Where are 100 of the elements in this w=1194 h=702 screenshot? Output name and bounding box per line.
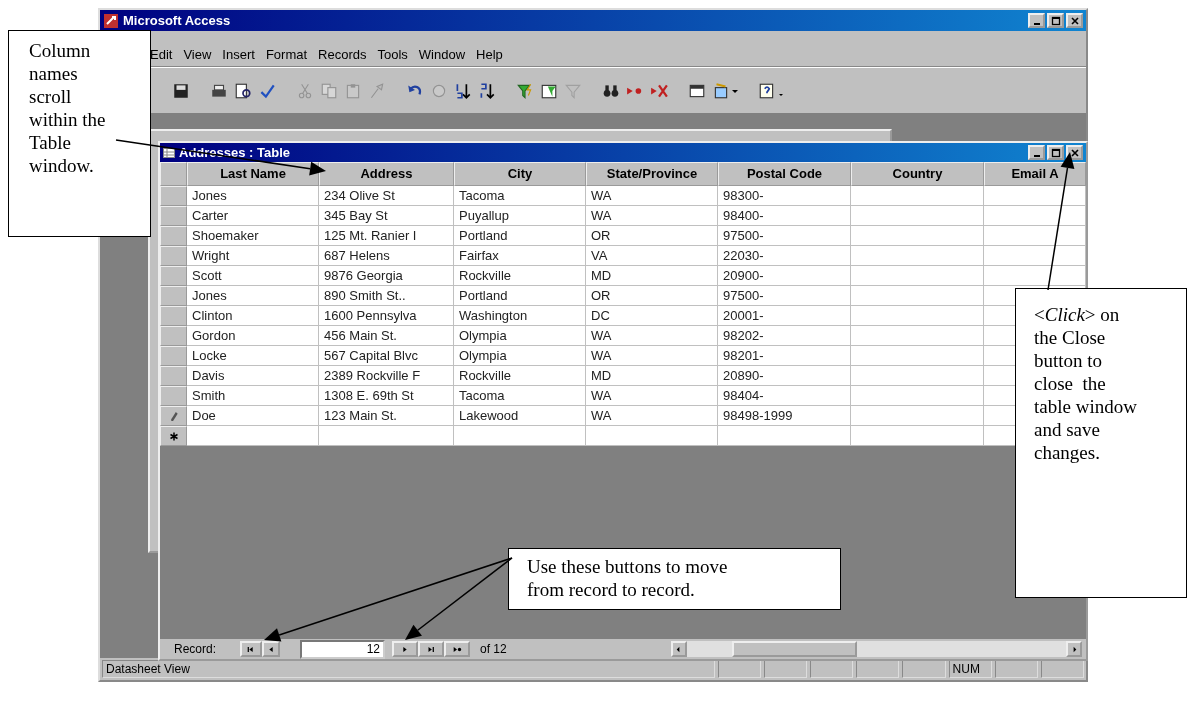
table-cell: MD: [586, 366, 718, 386]
help-icon[interactable]: [758, 81, 776, 100]
table-cell: 123 Main St.: [319, 406, 454, 426]
table-cell: Rockville: [454, 266, 586, 286]
minimize-button[interactable]: [1028, 13, 1045, 28]
column-header[interactable]: Email A: [984, 162, 1086, 186]
scroll-left-button[interactable]: [670, 641, 687, 657]
previous-record-button[interactable]: [262, 641, 281, 657]
pencil-icon: [168, 410, 179, 422]
table-cell: Smith: [187, 386, 319, 406]
table-cell: Washington: [454, 306, 586, 326]
table-cell: OR: [586, 226, 718, 246]
table-cell: 687 Helens: [319, 246, 454, 266]
page-magnifier-icon[interactable]: [234, 81, 252, 100]
column-header[interactable]: City: [454, 162, 586, 186]
table-cell: Doe: [187, 406, 319, 426]
column-header[interactable]: Last Name: [187, 162, 319, 186]
table-cell: Davis: [187, 366, 319, 386]
table-cell: Portland: [454, 286, 586, 306]
table-cell: OR: [586, 286, 718, 306]
table-cell: Locke: [187, 346, 319, 366]
select-all-corner[interactable]: [160, 162, 187, 186]
table-cell: WA: [586, 206, 718, 226]
record-selector[interactable]: [160, 426, 187, 446]
close-icon: [1069, 147, 1080, 158]
table-cell: 97500-: [718, 286, 851, 306]
last-record-button[interactable]: [418, 641, 445, 657]
table-cell: Rockville: [454, 366, 586, 386]
table-cell: 2389 Rockville F: [319, 366, 454, 386]
column-header[interactable]: Country: [851, 162, 984, 186]
table-cell: 97500-: [718, 226, 851, 246]
table-cell: Lakewood: [454, 406, 586, 426]
maximize-button[interactable]: [1047, 145, 1064, 160]
table-cell: 98400-: [718, 206, 851, 226]
status-panel: [902, 660, 946, 678]
column-header[interactable]: State/Province: [586, 162, 718, 186]
new-object-icon[interactable]: [712, 81, 730, 100]
close-icon: [1069, 15, 1080, 26]
horizontal-scrollbar[interactable]: [670, 641, 1082, 657]
close-button[interactable]: [1066, 13, 1083, 28]
grid-icon: [163, 146, 175, 159]
table-cell: Carter: [187, 206, 319, 226]
clipboard-icon[interactable]: [344, 81, 362, 100]
table-cell: WA: [586, 406, 718, 426]
table-cell: 98404-: [718, 386, 851, 406]
window-title: Addresses : Table: [179, 145, 292, 160]
minimize-button[interactable]: [1028, 145, 1045, 160]
table-cell: WA: [586, 326, 718, 346]
last-arrow-icon: [426, 644, 437, 654]
table-cell: 20900-: [718, 266, 851, 286]
sort-descending-icon[interactable]: [478, 81, 496, 100]
record-count: of 12: [480, 642, 507, 656]
table-cell: 9876 Georgia: [319, 266, 454, 286]
record-number-field[interactable]: 12: [300, 639, 386, 659]
scroll-right-button[interactable]: [1066, 641, 1082, 657]
copy-icon[interactable]: [320, 81, 338, 100]
column-header[interactable]: Address: [319, 162, 454, 186]
callout-note: <Click> on the Close button to close the table window and save changes.: [1015, 288, 1187, 598]
table-cell: DC: [586, 306, 718, 326]
menu-item[interactable]: Format: [265, 47, 308, 62]
column-header[interactable]: Postal Code: [718, 162, 851, 186]
table-cell: 98498-1999: [718, 406, 851, 426]
table-cell: Puyallup: [454, 206, 586, 226]
record-selector[interactable]: [160, 406, 187, 426]
new-record-button[interactable]: [444, 641, 471, 657]
funnel-lightning-icon[interactable]: [516, 81, 534, 100]
menu-item[interactable]: Insert: [222, 47, 255, 62]
maximize-button[interactable]: [1047, 13, 1064, 28]
table-cell: 890 Smith St..: [319, 286, 454, 306]
table-cell: Shoemaker: [187, 226, 319, 246]
table-cell: Gordon: [187, 326, 319, 346]
menu-item[interactable]: Help: [476, 47, 503, 62]
table-cell: Clinton: [187, 306, 319, 326]
table-cell: 234 Olive St: [319, 186, 454, 206]
menu-item[interactable]: Edit: [150, 47, 173, 62]
table-cell: Jones: [187, 286, 319, 306]
table-cell: WA: [586, 186, 718, 206]
window-title: Microsoft Access: [123, 13, 232, 28]
maximize-icon: [1050, 15, 1061, 26]
table-cell: 20001-: [718, 306, 851, 326]
table-cell: 1600 Pennsylva: [319, 306, 454, 326]
menu-item[interactable]: Tools: [377, 47, 408, 62]
table-cell: 1308 E. 69th St: [319, 386, 454, 406]
table-cell: Jones: [187, 186, 319, 206]
scroll-thumb[interactable]: [731, 641, 857, 657]
minimize-icon: [1033, 154, 1040, 157]
table-cell: 98201-: [718, 346, 851, 366]
sort-ascending-icon[interactable]: [454, 81, 472, 100]
menu-item[interactable]: View: [183, 47, 212, 62]
table-cell: Olympia: [454, 346, 586, 366]
status-panel: [718, 660, 762, 678]
menu-item[interactable]: Window: [418, 47, 466, 62]
table-cell: Tacoma: [454, 386, 586, 406]
status-panel: [1040, 660, 1084, 678]
table-cell: 22030-: [718, 246, 851, 266]
first-record-button[interactable]: [240, 641, 263, 657]
next-record-button[interactable]: [392, 641, 419, 657]
table-cell: 456 Main St.: [319, 326, 454, 346]
table-cell: Olympia: [454, 326, 586, 346]
menu-item[interactable]: Records: [318, 47, 367, 62]
